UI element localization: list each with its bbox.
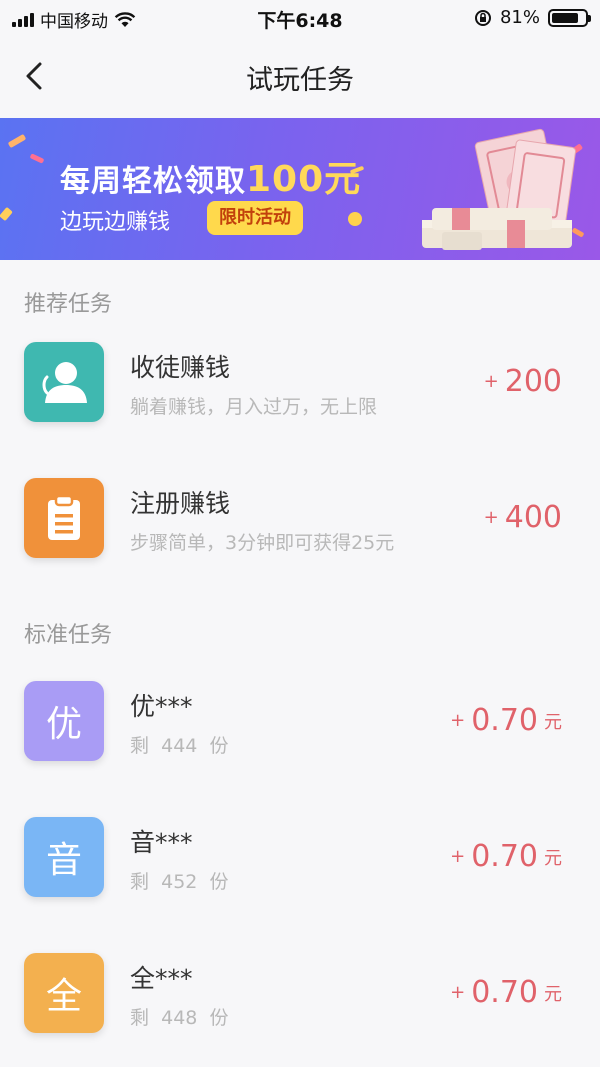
banner-headline-prefix: 每周轻松领取 [60, 164, 246, 199]
reward-plus: + [483, 507, 499, 528]
remaining-count: 444 [161, 735, 198, 757]
remaining-count: 448 [161, 1007, 198, 1029]
task-row-standard[interactable]: 音 音*** 剩 452 份 +0.70 元 [0, 817, 600, 929]
promo-banner[interactable]: 每周轻松领取100元 边玩边赚钱 限时活动 [0, 118, 600, 260]
task-row-recruit[interactable]: 收徒赚钱 躺着赚钱，月入过万，无上限 +200 [0, 342, 600, 454]
banner-headline: 每周轻松领取100元 [60, 150, 361, 202]
task-reward: +0.70 元 [450, 839, 562, 874]
section-title-standard: 标准任务 [24, 623, 113, 648]
task-name: 收徒赚钱 [130, 353, 231, 382]
confetti-decoration [7, 133, 27, 149]
task-name: 全*** [130, 964, 193, 993]
limited-time-badge: 限时活动 [207, 201, 303, 235]
task-app-icon: 优 [24, 681, 104, 761]
task-name: 优*** [130, 692, 193, 721]
register-task-icon-tile [24, 478, 104, 558]
task-description: 步骤简单，3分钟即可获得25元 [130, 532, 395, 554]
task-row-standard[interactable]: 全 全*** 剩 448 份 +0.70 元 [0, 953, 600, 1065]
banner-subtitle: 边玩边赚钱 [60, 210, 171, 235]
cash-stack-icon [422, 128, 577, 250]
remaining-prefix: 剩 [130, 871, 150, 893]
reward-unit: 元 [544, 983, 562, 1005]
remaining-count: 452 [161, 871, 198, 893]
navigation-bar: 试玩任务 [0, 36, 600, 118]
reward-plus: + [483, 371, 499, 392]
confetti-decoration [29, 153, 45, 164]
remaining-prefix: 剩 [130, 1007, 150, 1029]
task-name: 音*** [130, 828, 193, 857]
task-reward: +0.70 元 [450, 703, 562, 738]
section-title-recommended: 推荐任务 [24, 292, 113, 317]
coin-decoration [348, 212, 362, 226]
reward-unit: 元 [544, 847, 562, 869]
reward-unit: 元 [544, 711, 562, 733]
rotation-lock-icon [474, 9, 491, 26]
task-remaining: 剩 444 份 [130, 731, 228, 758]
status-right: 81% [474, 7, 591, 28]
reward-amount: 400 [504, 500, 562, 535]
reward-plus: + [450, 846, 466, 867]
task-name: 注册赚钱 [130, 489, 231, 518]
reward-amount: 0.70 [471, 703, 538, 738]
reward-amount: 0.70 [471, 975, 538, 1010]
battery-fill [552, 12, 578, 23]
clipboard-icon [48, 494, 80, 540]
page-title: 试玩任务 [246, 65, 354, 96]
task-reward: +200 [484, 364, 562, 399]
task-app-icon: 音 [24, 817, 104, 897]
task-remaining: 剩 452 份 [130, 867, 228, 894]
task-reward: +400 [484, 500, 562, 535]
confetti-decoration [0, 206, 13, 222]
remaining-suffix: 份 [209, 1007, 229, 1029]
task-row-standard[interactable]: 优 优*** 剩 444 份 +0.70 元 [0, 681, 600, 793]
task-remaining: 剩 448 份 [130, 1003, 228, 1030]
task-reward: +0.70 元 [450, 975, 562, 1010]
user-icon [42, 362, 87, 403]
task-description: 躺着赚钱，月入过万，无上限 [130, 396, 378, 418]
reward-plus: + [450, 710, 466, 731]
battery-percent: 81% [499, 7, 540, 28]
remaining-suffix: 份 [209, 735, 229, 757]
recruit-task-icon-tile [24, 342, 104, 422]
battery-icon [548, 8, 591, 27]
reward-amount: 0.70 [471, 839, 538, 874]
remaining-suffix: 份 [209, 871, 229, 893]
task-app-icon: 全 [24, 953, 104, 1033]
reward-amount: 200 [504, 364, 562, 399]
banner-headline-amount: 100元 [246, 159, 362, 200]
remaining-prefix: 剩 [130, 735, 150, 757]
task-row-register[interactable]: 注册赚钱 步骤简单，3分钟即可获得25元 +400 [0, 478, 600, 590]
status-bar: 中国移动 下午6:48 81% [0, 0, 600, 36]
reward-plus: + [450, 982, 466, 1003]
